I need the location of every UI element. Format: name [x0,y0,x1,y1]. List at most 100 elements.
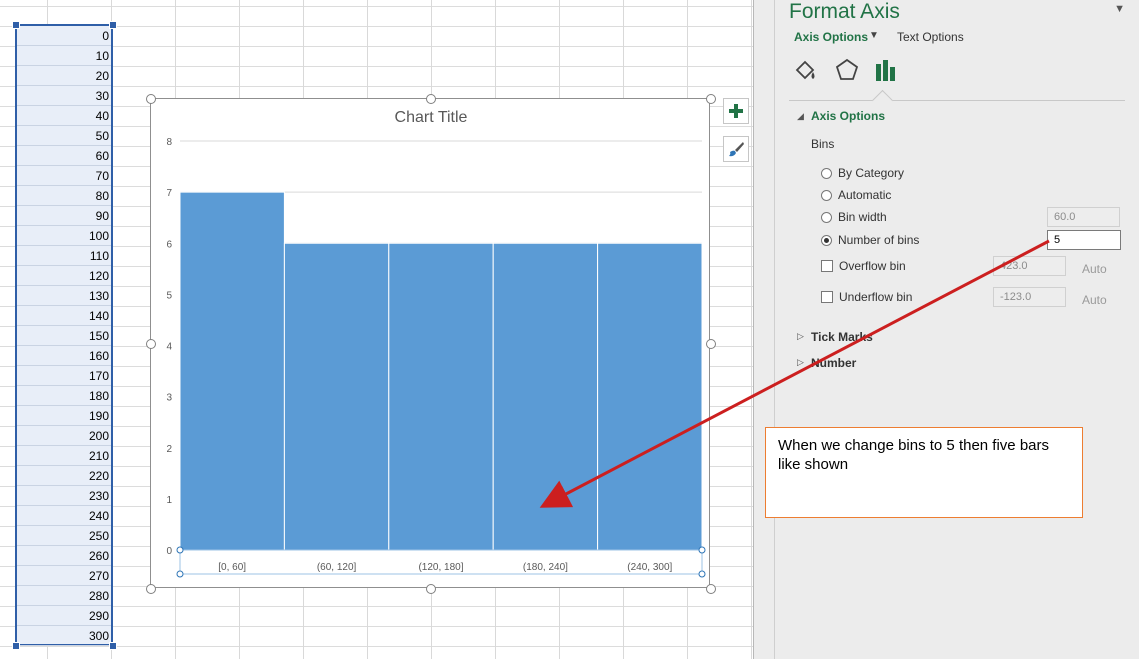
underflow-bin-checkbox-row[interactable]: Underflow bin [821,290,912,304]
cell-a25[interactable]: 240 [17,506,111,526]
cell-a17[interactable]: 160 [17,346,111,366]
cell-a21[interactable]: 200 [17,426,111,446]
cell-a18[interactable]: 170 [17,366,111,386]
chart-resize-handle-bottom-right[interactable] [706,584,716,594]
radio-button-selected[interactable] [821,234,832,246]
cell-a7[interactable]: 60 [17,146,111,166]
cell-a27[interactable]: 260 [17,546,111,566]
chart-resize-handle-top-right[interactable] [706,94,716,104]
overflow-bin-checkbox-row[interactable]: Overflow bin [821,259,906,273]
selection-handle-top-right[interactable] [109,21,117,29]
overflow-auto-label: Auto [1082,262,1107,276]
radio-automatic-label: Automatic [838,188,892,202]
cell-a13[interactable]: 120 [17,266,111,286]
cell-a3[interactable]: 20 [17,66,111,86]
fill-line-icon[interactable] [793,58,819,84]
radio-by-category-label: By Category [838,166,905,180]
effects-pentagon-icon[interactable] [835,58,859,82]
cell-a22[interactable]: 210 [17,446,111,466]
bin-width-field[interactable]: 60.0 [1047,207,1120,227]
cell-a16[interactable]: 150 [17,326,111,346]
selection-handle-bottom-right[interactable] [109,642,117,650]
cell-a31[interactable]: 300 [17,626,111,646]
cell-a24[interactable]: 230 [17,486,111,506]
radio-automatic[interactable]: Automatic [821,188,891,202]
overflow-bin-field[interactable]: 423.0 [993,256,1066,276]
section-tick-marks[interactable]: Tick Marks [811,330,873,344]
number-of-bins-field[interactable]: 5 [1047,230,1121,250]
overflow-bin-checkbox[interactable] [821,260,833,272]
tab-axis-options[interactable]: Axis Options [794,30,868,44]
underflow-bin-field[interactable]: -123.0 [993,287,1066,307]
section-number[interactable]: Number [811,356,856,370]
cell-a10[interactable]: 90 [17,206,111,226]
bar-chart-icon[interactable] [874,58,898,82]
selection-handle-bottom-left[interactable] [12,642,20,650]
chevron-down-icon[interactable]: ▼ [869,30,879,41]
y-tick-label: 5 [166,290,172,301]
radio-button[interactable] [821,189,832,201]
cell-a15[interactable]: 140 [17,306,111,326]
cell-a20[interactable]: 190 [17,406,111,426]
cell-a26[interactable]: 250 [17,526,111,546]
cell-a2[interactable]: 10 [17,46,111,66]
x-tick-label: (240, 300] [627,562,672,573]
section-axis-options[interactable]: Axis Options [811,109,885,123]
cell-a28[interactable]: 270 [17,566,111,586]
pane-options-chevron-icon[interactable]: ▼ [1114,3,1125,15]
radio-button[interactable] [821,167,832,179]
histogram-bar [492,242,599,551]
icon-row-divider [789,100,1125,101]
cell-a5[interactable]: 40 [17,106,111,126]
y-tick-label: 3 [166,393,172,404]
radio-button[interactable] [821,211,832,223]
histogram-chart[interactable]: Chart Title 0 1 2 3 4 5 6 7 8 [0, 60] (60, 120] (120… [150,98,710,588]
chart-resize-handle-left[interactable] [146,339,156,349]
chart-styles-button[interactable] [723,136,749,162]
selected-column-a[interactable]: 0 10 20 30 40 50 60 70 80 90 100 110 120 130 140 150 160… [15,24,113,646]
x-tick-label: (180, 240] [523,562,568,573]
axis-selection-handle [176,546,184,554]
chart-elements-button[interactable] [723,98,749,124]
x-tick-label: [0, 60] [218,562,246,573]
cell-a6[interactable]: 50 [17,126,111,146]
cell-a9[interactable]: 80 [17,186,111,206]
cell-a12[interactable]: 110 [17,246,111,266]
cell-a19[interactable]: 180 [17,386,111,406]
collapse-triangle-icon[interactable]: ◢ [797,111,804,122]
histogram-bar [388,242,494,551]
y-tick-label: 7 [166,188,172,199]
expand-triangle-icon[interactable]: ▷ [797,331,804,342]
selection-handle-top-left[interactable] [12,21,20,29]
bins-label: Bins [811,137,835,151]
expand-triangle-icon[interactable]: ▷ [797,357,804,368]
cell-a14[interactable]: 130 [17,286,111,306]
pane-splitter[interactable] [753,0,775,659]
cell-a30[interactable]: 290 [17,606,111,626]
y-tick-label: 6 [166,239,172,250]
underflow-bin-label: Underflow bin [839,290,913,304]
tab-text-options[interactable]: Text Options [897,30,964,44]
radio-number-of-bins-label: Number of bins [838,233,920,247]
chart-resize-handle-top[interactable] [426,94,436,104]
y-tick-label: 2 [166,444,172,455]
chart-resize-handle-bottom-left[interactable] [146,584,156,594]
underflow-bin-checkbox[interactable] [821,291,833,303]
cell-a8[interactable]: 70 [17,166,111,186]
cell-a4[interactable]: 30 [17,86,111,106]
cell-a11[interactable]: 100 [17,226,111,246]
y-tick-label: 4 [166,342,172,353]
radio-bin-width[interactable]: Bin width [821,210,887,224]
chart-resize-handle-right[interactable] [706,339,716,349]
cell-a1[interactable]: 0 [17,26,111,46]
cell-a29[interactable]: 280 [17,586,111,606]
radio-number-of-bins[interactable]: Number of bins [821,233,919,247]
chart-resize-handle-bottom[interactable] [426,584,436,594]
radio-by-category[interactable]: By Category [821,166,904,180]
plus-icon [729,104,743,118]
cell-a23[interactable]: 220 [17,466,111,486]
y-tick-label: 0 [166,546,172,557]
chart-resize-handle-top-left[interactable] [146,94,156,104]
radio-bin-width-label: Bin width [838,210,887,224]
x-tick-label: (60, 120] [317,562,357,573]
